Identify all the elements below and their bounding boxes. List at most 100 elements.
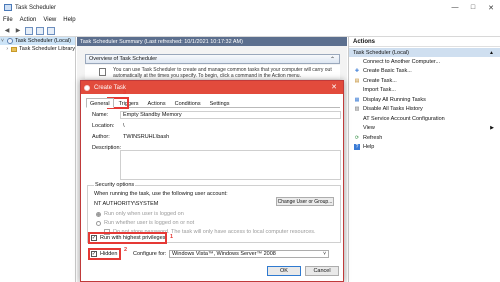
radio-logged-on[interactable]: Run only when user is logged on	[96, 211, 184, 217]
action-label: Display All Running Tasks	[363, 96, 426, 103]
create-task-dialog: Create Task ✕ General Triggers Actions C…	[80, 80, 344, 282]
forward-arrow-icon[interactable]: ▶	[14, 27, 22, 35]
chevron-down-icon: ˅	[323, 251, 326, 257]
highest-privileges-highlight-box	[88, 232, 167, 244]
action-create-basic-task[interactable]: ✚ Create Basic Task...	[349, 67, 500, 77]
section-collapse-icon[interactable]: ▲	[489, 50, 494, 56]
refresh-icon: ⟳	[354, 134, 360, 141]
document-icon	[99, 68, 106, 76]
author-value: TWINSRUHL\bash	[120, 133, 341, 141]
tree-node-root-label: Task Scheduler (Local)	[15, 38, 71, 44]
account-prompt: When running the task, use the following…	[94, 191, 228, 197]
menu-file[interactable]: File	[3, 17, 13, 23]
configure-for-select[interactable]: Windows Vista™, Windows Server™ 2008 ˅	[169, 250, 329, 258]
action-create-task[interactable]: ▤ Create Task...	[349, 76, 500, 86]
author-row: Author: TWINSRUHL\bash	[92, 133, 341, 141]
action-refresh[interactable]: ⟳ Refresh	[349, 133, 500, 143]
location-label: Location:	[92, 123, 115, 129]
ok-button[interactable]: OK	[267, 266, 301, 276]
import-icon	[354, 87, 360, 93]
action-import-task[interactable]: Import Task...	[349, 86, 500, 96]
action-disable-history[interactable]: ▥ Disable All Tasks History	[349, 105, 500, 115]
description-field[interactable]	[120, 150, 341, 180]
description-label: Description:	[92, 145, 122, 151]
maximize-button[interactable]: □	[464, 0, 482, 15]
menu-action[interactable]: Action	[20, 17, 37, 23]
radio-logged-on-label: Run only when user is logged on	[104, 211, 184, 217]
close-button[interactable]: ✕	[482, 0, 500, 15]
tab-general[interactable]: General	[86, 98, 114, 108]
action-label: AT Service Account Configuration	[363, 115, 445, 122]
radio-button-icon	[96, 220, 101, 226]
action-label: Connect to Another Computer...	[363, 58, 441, 65]
action-connect[interactable]: Connect to Another Computer...	[349, 57, 500, 67]
account-value: NT AUTHORITY\SYSTEM	[94, 200, 159, 207]
create-task-icon: ▤	[354, 77, 360, 84]
overview-title: Overview of Task Scheduler	[89, 56, 158, 62]
author-label: Author:	[92, 134, 110, 140]
hidden-highlight-box	[88, 248, 121, 260]
action-label: View	[363, 125, 375, 132]
clock-icon	[84, 84, 90, 91]
dialog-close-icon[interactable]: ✕	[331, 83, 337, 91]
tree-node-library-label: Task Scheduler Library	[19, 46, 75, 52]
overview-section[interactable]: Overview of Task Scheduler ⌃	[85, 54, 340, 64]
actions-section-local[interactable]: Task Scheduler (Local) ▲	[349, 48, 500, 57]
action-help[interactable]: ? Help	[349, 143, 500, 153]
security-options-legend: Security options	[94, 182, 136, 188]
collapse-section-icon[interactable]: ⌃	[330, 56, 335, 63]
action-label: Import Task...	[363, 87, 396, 94]
window-title: Task Scheduler	[15, 4, 57, 11]
radio-button-icon	[96, 211, 101, 217]
cancel-button[interactable]: Cancel	[305, 266, 339, 276]
task-scheduler-icon	[7, 38, 13, 44]
intro-line-2: automatically at the times you specify. …	[113, 73, 301, 79]
expand-arrow-icon[interactable]: ›	[5, 46, 9, 52]
back-arrow-icon[interactable]: ◀	[3, 27, 11, 35]
hidden-marker: 2	[124, 247, 128, 253]
create-basic-task-icon: ✚	[354, 68, 360, 75]
collapse-arrow-icon[interactable]: ˅	[0, 38, 5, 44]
running-tasks-icon: ▦	[354, 96, 360, 103]
window-titlebar: Task Scheduler — □ ✕	[0, 0, 500, 15]
toolbar: ◀ ▶	[0, 25, 500, 37]
help-icon: ?	[354, 144, 360, 151]
console-tree: ˅ Task Scheduler (Local) › Task Schedule…	[0, 37, 76, 282]
actions-section-label: Task Scheduler (Local)	[353, 49, 409, 56]
window-controls: — □ ✕	[446, 0, 500, 15]
submenu-arrow-icon: ▶	[490, 125, 494, 132]
radio-whether-logged-on[interactable]: Run whether user is logged on or not	[96, 220, 194, 226]
tree-node-root[interactable]: ˅ Task Scheduler (Local)	[0, 37, 75, 45]
properties-icon[interactable]	[36, 26, 44, 35]
config-icon	[354, 116, 360, 122]
action-view[interactable]: View ▶	[349, 124, 500, 134]
summary-header: Task Scheduler Summary (Last refreshed: …	[77, 37, 347, 46]
action-label: Disable All Tasks History	[363, 106, 423, 113]
name-field[interactable]: Empty Standby Memory	[120, 111, 341, 119]
action-display-running[interactable]: ▦ Display All Running Tasks	[349, 95, 500, 105]
triggers-marker: 3	[123, 90, 127, 96]
highest-privileges-marker: 1	[170, 234, 174, 240]
action-label: Create Basic Task...	[363, 68, 412, 75]
configure-value: Windows Vista™, Windows Server™ 2008	[172, 251, 276, 257]
menu-help[interactable]: Help	[63, 17, 75, 23]
minimize-button[interactable]: —	[446, 0, 464, 15]
action-at-service[interactable]: AT Service Account Configuration	[349, 114, 500, 124]
history-icon: ▥	[354, 106, 360, 113]
help-pane-icon[interactable]	[47, 26, 55, 35]
console-tree-icon[interactable]	[25, 26, 33, 35]
change-user-button[interactable]: Change User or Group...	[276, 197, 334, 206]
location-value: \	[120, 122, 341, 130]
dialog-title: Create Task	[94, 84, 126, 91]
task-scheduler-app-icon	[4, 4, 12, 11]
actions-pane: Actions Task Scheduler (Local) ▲ Connect…	[348, 37, 500, 282]
actions-header: Actions	[349, 37, 500, 47]
computer-icon	[354, 59, 360, 65]
menu-view[interactable]: View	[43, 17, 56, 23]
tree-node-library[interactable]: › Task Scheduler Library	[0, 45, 75, 53]
description-row: Description:	[92, 145, 122, 151]
action-label: Refresh	[363, 134, 383, 141]
location-row: Location: \	[92, 122, 341, 130]
configure-label: Configure for:	[133, 251, 167, 257]
dialog-titlebar: Create Task ✕	[81, 81, 343, 94]
